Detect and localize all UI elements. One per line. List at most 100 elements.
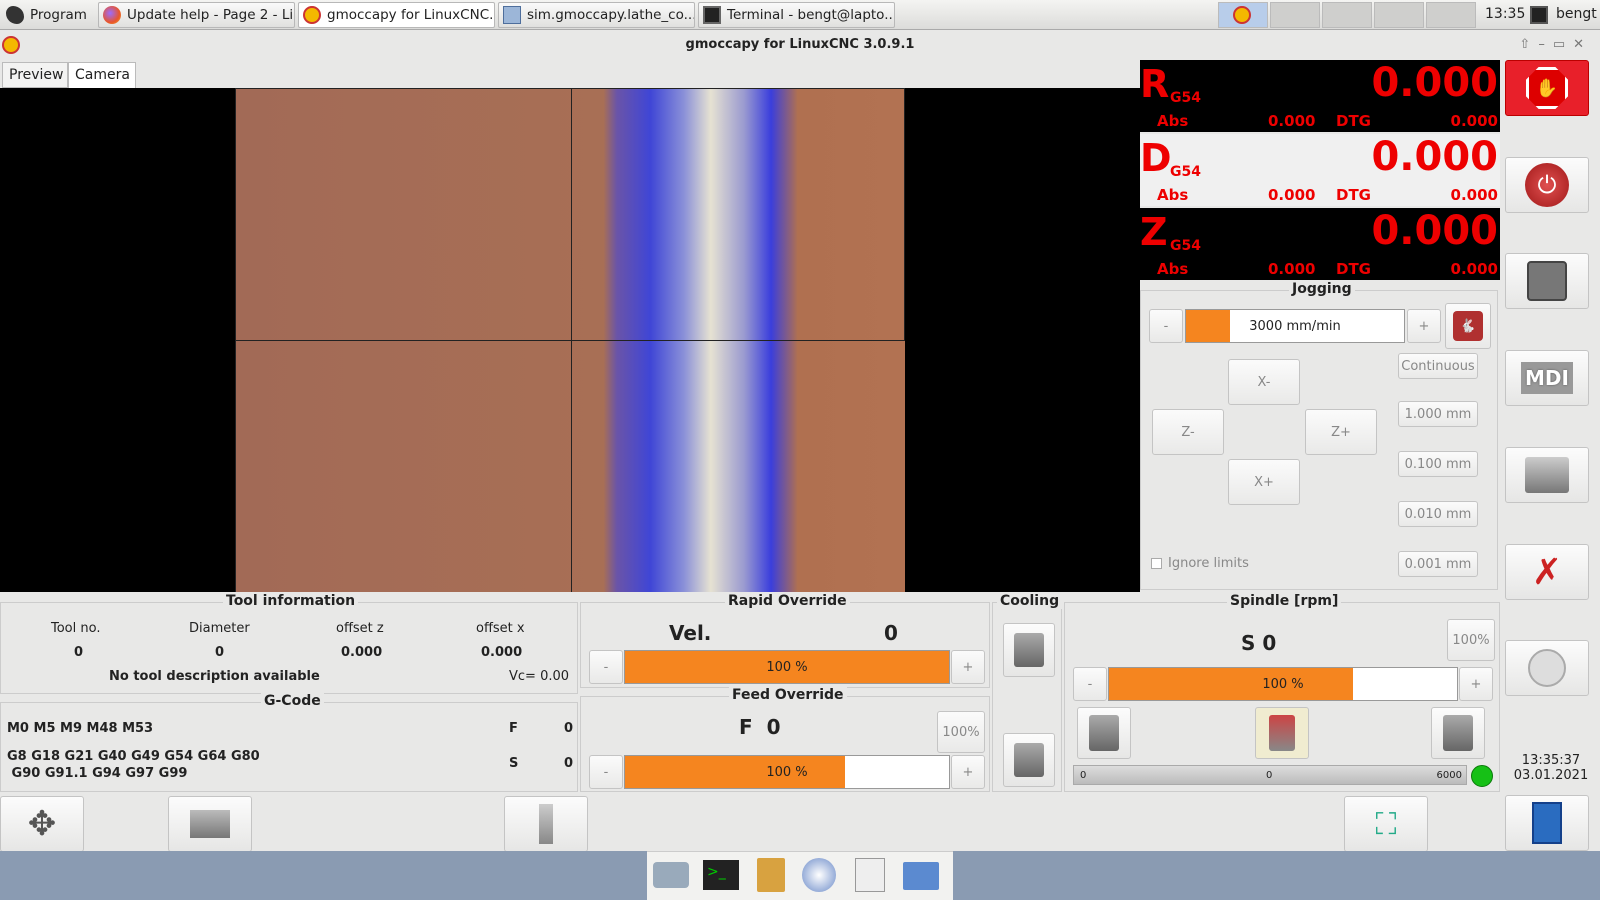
flood-icon — [1014, 633, 1044, 667]
tools-icon: ✗ — [1531, 551, 1563, 593]
rapid-override-slider[interactable]: 100 % — [624, 650, 950, 684]
task-firefox[interactable]: Update help - Page 2 - Li... — [98, 2, 295, 28]
tab-camera[interactable]: Camera — [68, 62, 136, 88]
feed-reset-button[interactable]: 100% — [937, 711, 985, 753]
monitor-icon[interactable] — [1530, 6, 1548, 24]
folder-icon[interactable] — [903, 862, 939, 890]
workspace-2[interactable] — [1270, 2, 1320, 28]
exit-button[interactable] — [1505, 795, 1589, 851]
mouse-logo-icon — [6, 6, 24, 24]
fullscreen-button[interactable]: ⛶ — [1344, 796, 1428, 852]
camera-image — [235, 88, 905, 592]
spindle-override-slider[interactable]: 100 % — [1108, 667, 1458, 701]
spindle-minus-button[interactable]: - — [1073, 667, 1107, 701]
feed-override-panel: Feed Override F 0 100% - 100 % + — [580, 687, 990, 792]
estop-button[interactable]: ✋ — [1505, 60, 1589, 116]
increment-0.1mm[interactable]: 0.100 mm — [1398, 451, 1478, 477]
touch-off-button[interactable] — [168, 796, 252, 852]
jog-z-plus-button[interactable]: Z+ — [1305, 409, 1377, 455]
feed-override-slider[interactable]: 100 % — [624, 755, 950, 789]
spindle-reset-button[interactable]: 100% — [1447, 619, 1495, 661]
spindle-stop-button[interactable] — [1255, 707, 1309, 759]
machine-power-button[interactable]: ⏻ — [1505, 157, 1589, 213]
ignore-limits-checkbox[interactable]: Ignore limits — [1151, 556, 1249, 571]
home-all-button[interactable]: ✥ — [0, 796, 84, 852]
terminal-icon — [703, 6, 721, 24]
spindle-ccw-button[interactable] — [1077, 707, 1131, 759]
taskbar-user[interactable]: bengt — [1556, 6, 1597, 22]
touch-off-icon — [190, 810, 230, 838]
taskbar: Program Update help - Page 2 - Li... gmo… — [0, 0, 1600, 30]
workspace-4[interactable] — [1374, 2, 1424, 28]
tool-diameter: 0 — [215, 645, 225, 660]
mist-coolant-button[interactable] — [1003, 733, 1055, 787]
tool-number: 0 — [74, 645, 84, 660]
start-menu-button[interactable]: Program — [2, 2, 90, 28]
turtle-rabbit-toggle[interactable]: 🐇 — [1445, 303, 1491, 349]
camera-viewport[interactable] — [0, 88, 1140, 592]
tool-change-button[interactable] — [504, 796, 588, 852]
linuxcnc-icon — [1233, 6, 1251, 24]
manual-mode-button[interactable] — [1505, 253, 1589, 309]
task-folder[interactable]: sim.gmoccapy.lathe_co... — [498, 2, 695, 28]
file-cabinet-icon[interactable] — [757, 858, 785, 892]
jog-pad-icon — [1527, 261, 1567, 301]
dro-panel: R G54 0.000 Abs 0.000 DTG 0.000 D G54 0.… — [1140, 60, 1500, 282]
increment-1mm[interactable]: 1.000 mm — [1398, 401, 1478, 427]
jog-speed-plus-button[interactable]: + — [1407, 309, 1441, 343]
web-browser-icon[interactable] — [802, 858, 836, 892]
increment-0.01mm[interactable]: 0.010 mm — [1398, 501, 1478, 527]
dro-axis-d[interactable]: D G54 0.000 Abs 0.000 DTG 0.000 — [1140, 134, 1500, 206]
rapid-plus-button[interactable]: + — [951, 650, 985, 684]
workspace-1[interactable] — [1218, 2, 1268, 28]
auto-mode-button[interactable] — [1505, 447, 1589, 503]
window-controls[interactable]: ⇧–▭✕ — [1519, 31, 1592, 59]
active-g-codes: G8 G18 G21 G40 G49 G54 G64 G80 — [7, 749, 260, 764]
terminal-icon[interactable]: >_ — [703, 860, 739, 890]
task-terminal[interactable]: Terminal - bengt@lapto... — [698, 2, 895, 28]
feed-minus-button[interactable]: - — [589, 755, 623, 789]
spindle-plus-button[interactable]: + — [1459, 667, 1493, 701]
tab-preview[interactable]: Preview — [2, 62, 68, 88]
settings-button[interactable]: ✗ — [1505, 544, 1589, 600]
status-clock: 13:35:37 03.01.2021 — [1513, 753, 1589, 783]
linuxcnc-icon — [303, 6, 321, 24]
gcode-speed-value: 0 — [564, 756, 574, 771]
jogging-panel: Jogging - 3000 mm/min + 🐇 X- Z- Z+ X+ Co… — [1140, 281, 1498, 590]
workspace-5[interactable] — [1426, 2, 1476, 28]
linuxcnc-icon — [2, 36, 20, 54]
workspace-3[interactable] — [1322, 2, 1372, 28]
spindle-at-speed-led — [1471, 765, 1493, 787]
jog-speed-slider[interactable]: 3000 mm/min — [1185, 309, 1405, 343]
rapid-minus-button[interactable]: - — [589, 650, 623, 684]
dro-axis-z[interactable]: Z G54 0.000 Abs 0.000 DTG 0.000 — [1140, 208, 1500, 280]
crosshair-line — [904, 88, 905, 340]
task-gmoccapy[interactable]: gmoccapy for LinuxCNC... — [298, 2, 495, 28]
taskbar-clock[interactable]: 13:35 — [1485, 6, 1525, 22]
increment-continuous[interactable]: Continuous — [1398, 353, 1478, 379]
computer-machine-icon — [1525, 457, 1569, 493]
mdi-mode-button[interactable]: MDI — [1505, 350, 1589, 406]
jog-x-minus-button[interactable]: X- — [1228, 359, 1300, 405]
spindle-speed-bar: 0 0 6000 — [1073, 765, 1467, 785]
spindle-stop-icon — [1269, 715, 1295, 751]
cutting-speed: Vc= 0.00 — [509, 669, 570, 684]
gcode-panel: G-Code M0 M5 M9 M48 M53 F 0 G8 G18 G21 G… — [0, 693, 578, 792]
dro-axis-r[interactable]: R G54 0.000 Abs 0.000 DTG 0.000 — [1140, 60, 1500, 132]
increment-0.001mm[interactable]: 0.001 mm — [1398, 551, 1478, 577]
jog-x-plus-button[interactable]: X+ — [1228, 459, 1300, 505]
fullscreen-icon: ⛶ — [1375, 806, 1397, 842]
flood-coolant-button[interactable] — [1003, 623, 1055, 677]
tool-icon — [539, 804, 553, 844]
tool-description: No tool description available — [109, 669, 320, 684]
user-tabs-button[interactable] — [1505, 640, 1589, 696]
spindle-cw-button[interactable] — [1431, 707, 1485, 759]
feed-value: F 0 — [739, 715, 781, 739]
jog-z-minus-button[interactable]: Z- — [1152, 409, 1224, 455]
jog-speed-minus-button[interactable]: - — [1149, 309, 1183, 343]
search-icon[interactable] — [855, 858, 885, 892]
feed-plus-button[interactable]: + — [951, 755, 985, 789]
power-icon: ⏻ — [1525, 163, 1569, 207]
window-titlebar: gmoccapy for LinuxCNC 3.0.9.1 ⇧–▭✕ — [0, 31, 1600, 59]
show-desktop-icon[interactable] — [653, 862, 689, 888]
